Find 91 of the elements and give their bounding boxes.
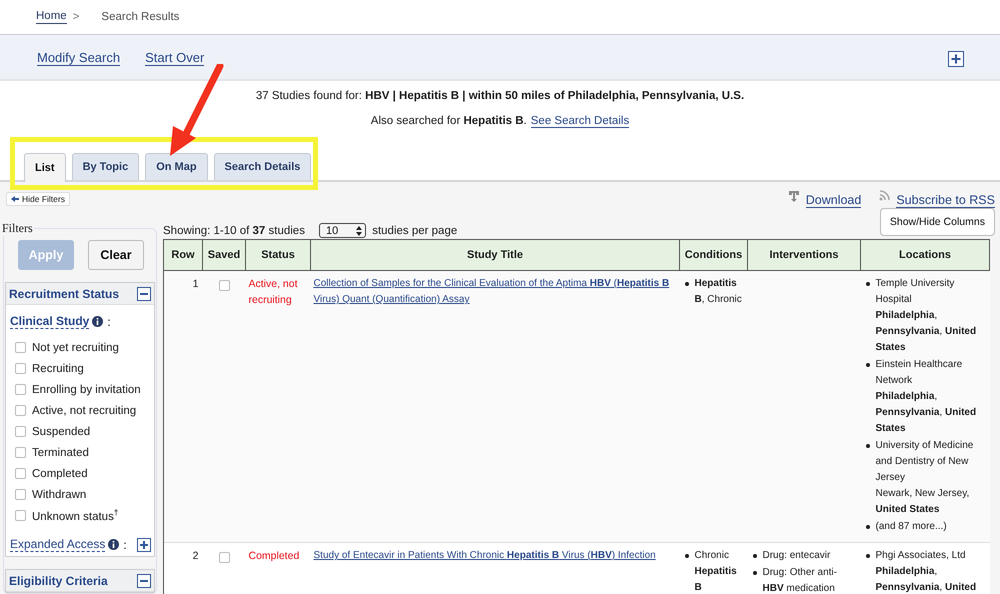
study-title-link[interactable]: Study of Entecavir in Patients With Chronic Hepatitis B Virus (HBV) Infection [314, 548, 676, 564]
checkbox[interactable] [15, 510, 26, 521]
section-title: Eligibility Criteria [9, 574, 108, 588]
bullet-icon [866, 363, 870, 367]
per-page-label: studies per page [372, 224, 458, 238]
clear-button[interactable]: Clear [88, 240, 144, 270]
bullet-icon [684, 282, 688, 286]
column-header[interactable]: Row [164, 240, 202, 270]
list-item: Chronic Hepatitis B [694, 549, 738, 594]
bullet-icon [866, 525, 870, 529]
results-summary: 37 Studies found for: HBV | Hepatitis B | within 50 miles of Philadelphia, Pennsylvania, U.S. [254, 89, 746, 104]
location-place: Philadelphia, Pennsylvania, United [876, 565, 978, 594]
location-name: (and 87 more...) [876, 520, 947, 534]
list-item: Drug: Other anti-HBV medication [762, 566, 838, 594]
bullet-icon [866, 554, 870, 558]
bullet-icon [866, 282, 870, 286]
location-name: Phgi Associates, Ltd [876, 549, 967, 563]
info-icon [92, 316, 104, 327]
checkbox[interactable] [15, 468, 26, 479]
tab[interactable]: Search Details [214, 153, 312, 180]
location-place: Philadelphia, Pennsylvania, United States [876, 390, 978, 436]
breadcrumb-separator: > [72, 11, 80, 23]
per-page-select[interactable]: 10 [318, 223, 366, 238]
checkbox[interactable] [15, 384, 26, 395]
location-place: Newark, New Jersey, United States [876, 487, 970, 517]
download-icon [788, 190, 800, 203]
option-label[interactable]: Completed [32, 468, 88, 480]
column-header[interactable]: Conditions [680, 240, 748, 270]
study-title-link[interactable]: Collection of Samples for the Clinical Evaluation of the Aptima HBV (Hepatitis B Virus) Quant (Quantification) Assay [314, 276, 676, 308]
option-label[interactable]: Terminated [32, 446, 89, 458]
collapse-icon[interactable] [137, 286, 151, 300]
option-label[interactable]: Unknown status$^{†}$ [32, 508, 118, 523]
checkbox[interactable] [15, 405, 26, 416]
column-header[interactable]: Status [246, 240, 310, 270]
section-title: Recruitment Status [9, 286, 120, 300]
bullet-icon [866, 444, 870, 448]
checkbox[interactable] [15, 447, 26, 458]
tab[interactable]: List [24, 153, 66, 182]
show-hide-columns-button[interactable]: Show/Hide Columns [880, 208, 995, 236]
option-label[interactable]: Withdrawn [32, 488, 86, 500]
group-label[interactable]: Clinical Study [10, 314, 90, 329]
bullet-icon [752, 554, 756, 558]
download-link[interactable]: Download [806, 193, 862, 208]
action-link[interactable]: Modify Search [37, 50, 120, 66]
status-text: Completed [248, 550, 300, 562]
filters-legend: Filters [1, 221, 34, 236]
location-name: University of Medicine and Dentistry of New Jersey [876, 439, 974, 485]
location-name: Temple University Hospital [876, 277, 956, 307]
checkbox[interactable] [15, 489, 26, 500]
results-count: Showing: 1-10 of 37 studies [163, 224, 305, 238]
left-arrow-icon [11, 196, 19, 202]
expand-icon [948, 51, 964, 67]
checkbox[interactable] [15, 363, 26, 374]
info-icon [108, 539, 120, 550]
list-item: Hepatitis B, Chronic [694, 277, 743, 307]
option-label[interactable]: Active, not recruiting [32, 404, 136, 416]
bullet-icon [752, 571, 756, 575]
group-label[interactable]: Expanded Access [10, 537, 106, 552]
breadcrumb-link[interactable]: Home [36, 10, 67, 24]
tab[interactable]: On Map [145, 153, 208, 180]
group-colon: : [123, 538, 127, 552]
rss-icon [879, 190, 890, 201]
collapse-icon[interactable] [137, 574, 151, 588]
row-number: 1 [164, 270, 202, 542]
option-label[interactable]: Recruiting [32, 362, 84, 374]
location-name: Einstein Healthcare Network [876, 358, 964, 388]
bullet-icon [684, 554, 688, 558]
checkbox[interactable] [15, 342, 26, 353]
status-text: Active, not recruiting [248, 278, 298, 306]
breadcrumb-current: Search Results [101, 11, 180, 23]
action-link[interactable]: Start Over [145, 50, 204, 66]
option-label[interactable]: Not yet recruiting [32, 342, 119, 354]
checkbox[interactable] [218, 280, 230, 291]
column-header[interactable]: Saved [202, 240, 246, 270]
checkbox[interactable] [218, 552, 230, 563]
search-details-link[interactable]: See Search Details [530, 115, 630, 128]
row-number: 2 [164, 542, 202, 594]
hide-filters-button[interactable]: Hide Filters [6, 192, 70, 206]
also-searched-text: Also searched for Hepatitis B. [370, 115, 527, 127]
list-item: Drug: entecavir [762, 549, 830, 563]
updown-caret-icon [356, 226, 362, 236]
expand-icon[interactable] [137, 538, 151, 552]
location-place: Philadelphia, Pennsylvania, United States [876, 309, 978, 355]
column-header[interactable]: Interventions [748, 240, 860, 270]
column-header[interactable]: Study Title [310, 240, 680, 270]
option-label[interactable]: Suspended [32, 426, 90, 438]
group-colon: : [107, 314, 111, 328]
column-header[interactable]: Locations [860, 240, 990, 270]
checkbox[interactable] [15, 426, 26, 437]
option-label[interactable]: Enrolling by invitation [32, 384, 141, 396]
tab[interactable]: By Topic [72, 153, 140, 180]
